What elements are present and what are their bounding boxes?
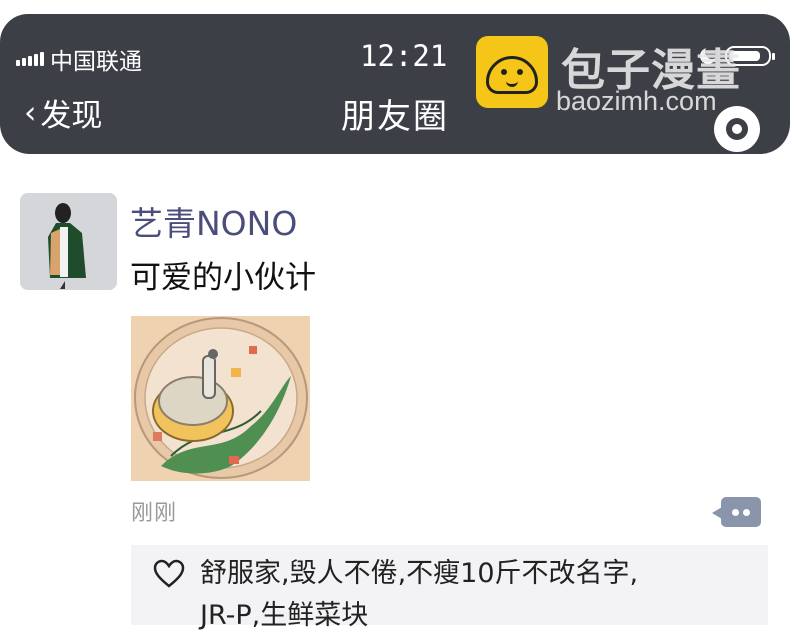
signal-icon [16, 52, 44, 66]
likes-list: 舒服家,毁人不倦,不瘦10斤不改名字, JR-P,生鲜菜块 [200, 553, 760, 637]
status-time: 12:21 [360, 39, 448, 73]
likes-line[interactable]: JR-P,生鲜菜块 [200, 595, 760, 637]
post-text: 可爱的小伙计 [130, 260, 316, 296]
avatar[interactable] [20, 193, 117, 290]
watermark-url: baozimh.com [556, 86, 717, 116]
heart-icon [153, 559, 185, 588]
likes-line[interactable]: 舒服家,毁人不倦,不瘦10斤不改名字, [200, 553, 760, 595]
post-username[interactable]: 艺青NONO [130, 197, 297, 245]
status-carrier: 中国联通 [16, 42, 142, 76]
post-timestamp: 刚刚 [131, 501, 178, 526]
post-image[interactable] [131, 316, 310, 481]
watermark-logo [476, 36, 548, 108]
camera-icon[interactable] [714, 106, 760, 152]
carrier-label: 中国联通 [50, 49, 142, 75]
comment-icon[interactable] [712, 497, 761, 527]
